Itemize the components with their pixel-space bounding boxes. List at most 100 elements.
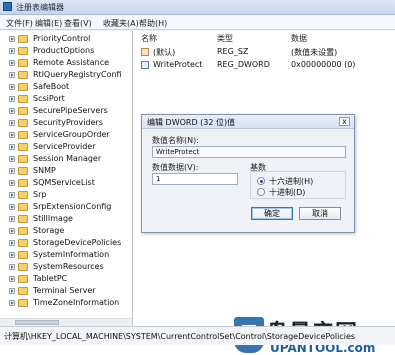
- tree-item-label: StorageDevicePolicies: [33, 238, 122, 247]
- expand-icon[interactable]: [9, 192, 15, 198]
- tree-item-label: Srp: [33, 190, 47, 199]
- expand-icon[interactable]: [9, 48, 15, 54]
- menu-help[interactable]: 帮助(H): [139, 18, 167, 29]
- expand-icon[interactable]: [9, 276, 15, 282]
- value-row-default[interactable]: (默认) REG_SZ (数值未设置): [133, 46, 395, 58]
- folder-icon: [18, 143, 28, 151]
- tree-item[interactable]: StorageDevicePolicies: [0, 237, 132, 249]
- close-icon[interactable]: x: [339, 117, 350, 126]
- value-data-input[interactable]: 1: [152, 173, 238, 185]
- expand-icon[interactable]: [9, 132, 15, 138]
- expand-icon[interactable]: [9, 300, 15, 306]
- expand-icon[interactable]: [9, 84, 15, 90]
- tree-item-label: SNMP: [33, 166, 56, 175]
- tree-item[interactable]: SrpExtensionConfig: [0, 201, 132, 213]
- tree-item-label: TimeZoneInformation: [33, 298, 120, 307]
- folder-icon: [18, 47, 28, 55]
- tree-item[interactable]: SecurityProviders: [0, 117, 132, 129]
- tree-item-label: SQMServiceList: [33, 178, 95, 187]
- menu-view[interactable]: 查看(V): [64, 18, 92, 29]
- tree-item-label: SafeBoot: [33, 82, 70, 91]
- folder-icon: [18, 227, 28, 235]
- ok-button[interactable]: 确定: [251, 207, 293, 220]
- tree-item[interactable]: Srp: [0, 189, 132, 201]
- decimal-radio[interactable]: [257, 188, 265, 196]
- registry-tree[interactable]: PriorityControl ProductOptions Remote As…: [0, 31, 133, 326]
- tree-item-label: SystemInformation: [33, 250, 110, 259]
- expand-icon[interactable]: [9, 204, 15, 210]
- menu-edit[interactable]: 编辑(E): [35, 18, 62, 29]
- tree-item[interactable]: SNMP: [0, 165, 132, 177]
- expand-icon[interactable]: [9, 120, 15, 126]
- tree-item[interactable]: TimeZoneInformation: [0, 297, 132, 309]
- tree-item[interactable]: ScsiPort: [0, 93, 132, 105]
- folder-icon: [18, 167, 28, 175]
- title-bar: 注册表编辑器: [0, 0, 395, 15]
- decimal-label[interactable]: 十进制(D): [269, 187, 305, 198]
- tree-item[interactable]: SecurePipeServers: [0, 105, 132, 117]
- expand-icon[interactable]: [9, 228, 15, 234]
- column-name-header[interactable]: 名称: [141, 33, 157, 44]
- tree-item[interactable]: SafeBoot: [0, 81, 132, 93]
- expand-icon[interactable]: [9, 96, 15, 102]
- tree-item-label: StillImage: [33, 214, 73, 223]
- tree-item[interactable]: Session Manager: [0, 153, 132, 165]
- cancel-button[interactable]: 取消: [299, 207, 341, 220]
- menu-file[interactable]: 文件(F): [6, 18, 33, 29]
- tree-item[interactable]: SQMServiceList: [0, 177, 132, 189]
- regedit-window: 注册表编辑器 文件(F) 编辑(E) 查看(V) 收藏夹(A) 帮助(H) Pr…: [0, 0, 395, 355]
- folder-icon: [18, 251, 28, 259]
- dialog-title: 编辑 DWORD (32 位)值: [147, 118, 236, 127]
- hex-label[interactable]: 十六进制(H): [269, 176, 313, 187]
- expand-icon[interactable]: [9, 240, 15, 246]
- expand-icon[interactable]: [9, 144, 15, 150]
- tree-item-label: ProductOptions: [33, 46, 95, 55]
- folder-icon: [18, 179, 28, 187]
- tree-item[interactable]: PriorityControl: [0, 33, 132, 45]
- scrollbar-thumb[interactable]: [15, 320, 59, 325]
- hex-radio[interactable]: [257, 177, 265, 185]
- folder-icon: [18, 83, 28, 91]
- expand-icon[interactable]: [9, 216, 15, 222]
- value-name-label: 数值名称(N):: [152, 136, 199, 145]
- value-data: 0x00000000 (0): [291, 60, 356, 69]
- folder-icon: [18, 119, 28, 127]
- folder-icon: [18, 191, 28, 199]
- expand-icon[interactable]: [9, 180, 15, 186]
- value-type: REG_DWORD: [217, 60, 270, 69]
- column-data-header[interactable]: 数据: [291, 33, 307, 44]
- expand-icon[interactable]: [9, 156, 15, 162]
- expand-icon[interactable]: [9, 168, 15, 174]
- expand-icon[interactable]: [9, 36, 15, 42]
- registry-editor-icon: [3, 2, 12, 11]
- tree-item[interactable]: Terminal Server: [0, 285, 132, 297]
- tree-item-label: ServiceProvider: [33, 142, 96, 151]
- expand-icon[interactable]: [9, 252, 15, 258]
- tree-item-label: Terminal Server: [33, 286, 96, 295]
- tree-item[interactable]: RtlQueryRegistryConfi: [0, 69, 132, 81]
- expand-icon[interactable]: [9, 72, 15, 78]
- tree-item[interactable]: Storage: [0, 225, 132, 237]
- tree-item[interactable]: SystemResources: [0, 261, 132, 273]
- tree-item[interactable]: StillImage: [0, 213, 132, 225]
- column-type-header[interactable]: 类型: [217, 33, 233, 44]
- tree-item[interactable]: SystemInformation: [0, 249, 132, 261]
- expand-icon[interactable]: [9, 264, 15, 270]
- tree-item[interactable]: TabletPC: [0, 273, 132, 285]
- tree-item-label: ServiceGroupOrder: [33, 130, 110, 139]
- base-groupbox: 十六进制(H) 十进制(D): [250, 171, 346, 199]
- expand-icon[interactable]: [9, 60, 15, 66]
- registry-path: 计算机\HKEY_LOCAL_MACHINE\SYSTEM\CurrentCon…: [4, 332, 356, 341]
- tree-item[interactable]: ProductOptions: [0, 45, 132, 57]
- expand-icon[interactable]: [9, 288, 15, 294]
- tree-item-label: SrpExtensionConfig: [33, 202, 112, 211]
- tree-item[interactable]: Remote Assistance: [0, 57, 132, 69]
- expand-icon[interactable]: [9, 108, 15, 114]
- tree-item[interactable]: ServiceProvider: [0, 141, 132, 153]
- tree-item[interactable]: ServiceGroupOrder: [0, 129, 132, 141]
- menu-favorites[interactable]: 收藏夹(A): [103, 18, 139, 29]
- dword-value-icon: [141, 61, 149, 69]
- folder-icon: [18, 239, 28, 247]
- value-row-writeprotect[interactable]: WriteProtect REG_DWORD 0x00000000 (0): [133, 59, 395, 71]
- tree-horizontal-scrollbar[interactable]: [0, 318, 132, 326]
